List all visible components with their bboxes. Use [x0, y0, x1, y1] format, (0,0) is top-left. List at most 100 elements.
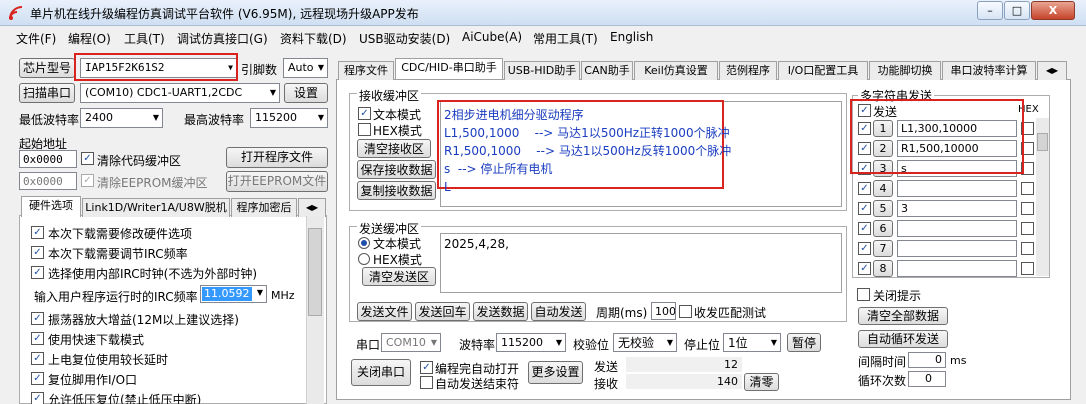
close-port-button[interactable]: 关闭串口 — [351, 359, 411, 386]
settings-button[interactable]: 设置 — [284, 83, 328, 103]
tab-program-encrypt[interactable]: 程序加密后 — [231, 198, 297, 217]
send-data-button[interactable]: 发送数据 — [473, 302, 528, 321]
clear-eeprom-checkbox[interactable]: ✓ — [81, 174, 94, 187]
menu-debug[interactable]: 调试仿真接口(G) — [177, 30, 268, 47]
row-send-checkbox[interactable]: ✓ — [858, 182, 871, 195]
tab-baud-calc[interactable]: 串口波特率计算 — [942, 61, 1036, 80]
row-send-button[interactable]: 4 — [873, 180, 893, 197]
option-checkbox[interactable]: ✓ — [31, 246, 44, 259]
clear-send-button[interactable]: 清空发送区 — [362, 267, 436, 286]
tab-program-file[interactable]: 程序文件 — [338, 61, 394, 80]
menu-aicube[interactable]: AiCube(A) — [462, 30, 522, 44]
min-baud-select[interactable]: 2400 ▼ — [80, 108, 163, 128]
auto-send-end-checkbox[interactable] — [420, 376, 433, 389]
open-program-button[interactable]: 打开程序文件 — [226, 147, 328, 168]
tab-scroll-arrows[interactable]: ◀▶ — [298, 198, 326, 217]
baud-select[interactable]: 115200 ▼ — [496, 333, 566, 352]
serial-port-select[interactable]: COM10 ▼ — [381, 333, 441, 352]
open-eeprom-button[interactable]: 打开EEPROM文件 — [226, 171, 328, 192]
auto-open-checkbox[interactable]: ✓ — [420, 361, 433, 374]
copy-receive-button[interactable]: 复制接收数据 — [357, 181, 436, 200]
row-hex-checkbox[interactable] — [1021, 202, 1034, 215]
clear-receive-button[interactable]: 清空接收区 — [357, 139, 431, 158]
row-send-button[interactable]: 8 — [873, 260, 893, 277]
scan-port-button[interactable]: 扫描串口 — [19, 83, 75, 103]
row-hex-checkbox[interactable] — [1021, 222, 1034, 235]
option-checkbox[interactable]: ✓ — [31, 392, 44, 404]
scrollbar-thumb[interactable] — [1037, 133, 1048, 151]
send-enter-button[interactable]: 发送回车 — [415, 302, 470, 321]
row-send-checkbox[interactable]: ✓ — [858, 262, 871, 275]
row-string-input[interactable]: 3 — [897, 200, 1017, 217]
auto-send-button[interactable]: 自动发送 — [531, 302, 586, 321]
row-string-input[interactable] — [897, 180, 1017, 197]
menu-download[interactable]: 资料下载(D) — [280, 30, 347, 47]
tab-link1d[interactable]: Link1D/Writer1A/U8W脱机 — [82, 198, 230, 217]
irc-frequency-select[interactable]: 11.0592 ▼ — [200, 285, 267, 303]
row-send-button[interactable]: 7 — [873, 240, 893, 257]
more-settings-button[interactable]: 更多设置 — [528, 361, 583, 384]
menu-english[interactable]: English — [610, 30, 653, 44]
send-file-button[interactable]: 发送文件 — [357, 302, 412, 321]
recv-hex-mode-checkbox[interactable] — [358, 123, 371, 136]
row-send-checkbox[interactable]: ✓ — [858, 242, 871, 255]
tab-can[interactable]: CAN助手 — [581, 61, 633, 80]
save-receive-button[interactable]: 保存接收数据 — [357, 160, 436, 179]
eeprom-address-input[interactable]: 0x0000 — [19, 172, 77, 190]
parity-select[interactable]: 无校验 ▼ — [613, 333, 677, 352]
tab-examples[interactable]: 范例程序 — [719, 61, 777, 80]
menu-program[interactable]: 编程(O) — [68, 30, 111, 47]
tab-io-config[interactable]: I/O口配置工具 — [778, 61, 868, 80]
send-hex-mode-radio[interactable] — [358, 253, 370, 265]
menu-usb-driver[interactable]: USB驱动安装(D) — [359, 30, 450, 47]
tab-scroll-arrows[interactable]: ◀▶ — [1037, 61, 1067, 80]
scrollbar-thumb[interactable] — [308, 228, 322, 316]
close-hint-checkbox[interactable] — [857, 288, 870, 301]
maximize-button[interactable]: □ — [1004, 1, 1030, 20]
row-send-checkbox[interactable]: ✓ — [858, 202, 871, 215]
clear-count-button[interactable]: 清零 — [744, 373, 779, 391]
row-string-input[interactable] — [897, 220, 1017, 237]
row-hex-checkbox[interactable] — [1021, 182, 1034, 195]
row-string-input[interactable] — [897, 260, 1017, 277]
code-address-input[interactable]: 0x0000 — [19, 150, 77, 168]
row-hex-checkbox[interactable] — [1021, 262, 1034, 275]
option-checkbox[interactable]: ✓ — [31, 226, 44, 239]
row-send-button[interactable]: 6 — [873, 220, 893, 237]
period-input[interactable]: 100 — [651, 302, 676, 320]
option-checkbox[interactable]: ✓ — [31, 312, 44, 325]
stop-bit-select[interactable]: 1位 ▼ — [723, 333, 781, 352]
pins-select[interactable]: Auto ▼ — [283, 58, 328, 78]
tab-pin-switch[interactable]: 功能脚切换 — [869, 61, 941, 80]
clear-code-checkbox[interactable]: ✓ — [81, 152, 94, 165]
menu-tools[interactable]: 工具(T) — [124, 30, 165, 47]
tab-cdc-hid-serial[interactable]: CDC/HID-串口助手 — [395, 58, 503, 79]
minimize-button[interactable]: – — [977, 1, 1003, 20]
max-baud-select[interactable]: 115200 ▼ — [250, 108, 328, 128]
port-select[interactable]: (COM10) CDC1-UART1,2CDC ▼ — [80, 83, 280, 103]
option-checkbox[interactable]: ✓ — [31, 332, 44, 345]
option-checkbox[interactable]: ✓ — [31, 372, 44, 385]
clear-all-button[interactable]: 清空全部数据 — [858, 307, 948, 325]
loop-count-input[interactable]: 0 — [908, 371, 946, 387]
close-window-button[interactable]: X — [1031, 1, 1075, 20]
chip-model-button[interactable]: 芯片型号 — [19, 58, 75, 78]
row-hex-checkbox[interactable] — [1021, 242, 1034, 255]
option-checkbox[interactable]: ✓ — [31, 352, 44, 365]
menu-common-tools[interactable]: 常用工具(T) — [533, 30, 598, 47]
recv-match-checkbox[interactable] — [679, 305, 692, 318]
row-send-checkbox[interactable]: ✓ — [858, 222, 871, 235]
interval-input[interactable]: 0 — [908, 352, 946, 368]
recv-text-mode-checkbox[interactable]: ✓ — [358, 107, 371, 120]
option-checkbox[interactable]: ✓ — [31, 266, 44, 279]
tab-keil[interactable]: Keil仿真设置 — [634, 61, 718, 80]
row-send-button[interactable]: 5 — [873, 200, 893, 217]
send-text-mode-radio[interactable] — [358, 237, 370, 249]
row-string-input[interactable] — [897, 240, 1017, 257]
auto-loop-button[interactable]: 自动循环发送 — [858, 330, 948, 348]
pause-button[interactable]: 暂停 — [787, 333, 821, 352]
tab-hardware-options[interactable]: 硬件选项 — [21, 196, 81, 217]
tab-usb-hid[interactable]: USB-HID助手 — [504, 61, 580, 80]
menu-file[interactable]: 文件(F) — [16, 30, 56, 47]
pins-label: 引脚数 — [241, 63, 278, 77]
